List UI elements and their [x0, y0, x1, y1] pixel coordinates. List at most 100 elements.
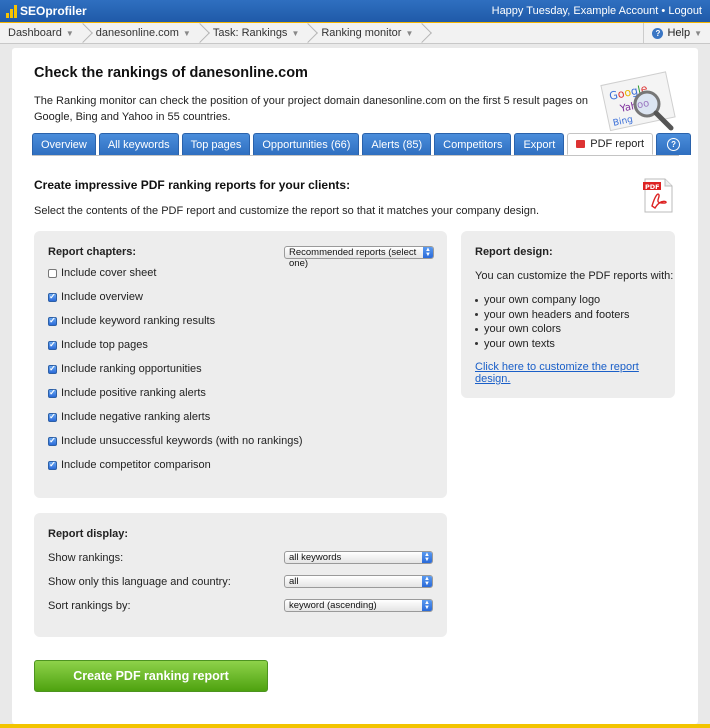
chapter-option[interactable]: Include negative ranking alerts	[48, 411, 210, 423]
checkbox-label: Include ranking opportunities	[61, 363, 202, 375]
tab-overview[interactable]: Overview	[32, 133, 96, 155]
tab-competitors[interactable]: Competitors	[434, 133, 512, 155]
checkbox[interactable]	[48, 436, 57, 446]
language-country-select[interactable]: all ▲ ▼	[284, 575, 433, 588]
main-panel: Check the rankings of danesonline.com Th…	[12, 48, 698, 724]
checkbox[interactable]	[48, 340, 57, 350]
tab-alerts[interactable]: Alerts (85)	[362, 133, 432, 155]
chapter-option[interactable]: Include cover sheet	[48, 267, 156, 279]
checkbox[interactable]	[48, 364, 57, 374]
tab-label: Opportunities (66)	[262, 138, 351, 151]
checkbox-label: Include negative ranking alerts	[61, 411, 211, 423]
checkbox-label: Include unsuccessful keywords (with no r…	[61, 435, 303, 447]
tab-label: Export	[523, 138, 556, 151]
checkbox-label: Include keyword ranking results	[61, 315, 216, 327]
select-value: all keywords	[289, 552, 342, 563]
select-arrows-icon: ▲ ▼	[422, 600, 432, 611]
breadcrumb-task[interactable]: Task: Rankings ▼	[211, 23, 306, 43]
select-arrows-icon: ▲ ▼	[422, 576, 432, 587]
top-bar: SEOprofiler Happy Tuesday, Example Accou…	[0, 0, 710, 23]
tab-bar: Overview All keywords Top pages Opportun…	[32, 133, 692, 155]
tab-label: Overview	[41, 138, 87, 151]
list-item: your own texts	[475, 337, 630, 352]
chevron-down-icon: ▼	[694, 28, 702, 38]
report-design-box: Report design: You can customize the PDF…	[461, 231, 675, 398]
logout-link[interactable]: Logout	[668, 5, 702, 17]
report-chapters-box: Report chapters: Recommended reports (se…	[34, 231, 447, 498]
tab-label: Alerts (85)	[371, 138, 423, 151]
breadcrumb-separator	[419, 23, 427, 43]
checkbox[interactable]	[48, 316, 57, 326]
seoprofiler-logo[interactable]: SEOprofiler	[6, 4, 87, 18]
search-magnifier-graphic: Google Yahoo Bing	[600, 71, 676, 132]
tab-label: PDF report	[590, 138, 645, 150]
breadcrumb-separator	[197, 23, 205, 43]
tab-label: Top pages	[190, 138, 242, 151]
select-arrows-icon: ▲ ▼	[422, 552, 432, 563]
create-pdf-report-button[interactable]: Create PDF ranking report	[34, 660, 268, 692]
breadcrumb-separator	[80, 23, 88, 43]
breadcrumb-label: Ranking monitor	[321, 27, 402, 39]
chapter-option[interactable]: Include positive ranking alerts	[48, 387, 206, 399]
breadcrumb: Dashboard ▼ danesonline.com ▼ Task: Rankin…	[0, 23, 710, 44]
greeting-text: Happy Tuesday, Example Account	[491, 5, 659, 17]
breadcrumb-label: Dashboard	[8, 27, 62, 39]
tab-export[interactable]: Export	[514, 133, 565, 155]
checkbox-label: Include overview	[61, 291, 143, 303]
breadcrumb-label: Task: Rankings	[212, 27, 288, 39]
report-design-title: Report design:	[475, 246, 553, 258]
checkbox[interactable]	[48, 388, 57, 398]
svg-text:PDF: PDF	[645, 183, 660, 191]
checkbox[interactable]	[48, 460, 57, 470]
tab-help[interactable]: ?	[656, 133, 692, 155]
breadcrumb-label: danesonline.com	[95, 27, 179, 39]
chapter-option[interactable]: Include ranking opportunities	[48, 363, 202, 375]
greeting: Happy Tuesday, Example Account • Logout	[492, 5, 702, 17]
customize-design-link[interactable]: Click here to customize the report desig…	[475, 361, 675, 385]
tab-opportunities[interactable]: Opportunities (66)	[253, 133, 360, 155]
show-rankings-select[interactable]: all keywords ▲ ▼	[284, 551, 433, 564]
chapter-option[interactable]: Include keyword ranking results	[48, 315, 215, 327]
checkbox[interactable]	[48, 292, 57, 302]
report-display-title: Report display:	[48, 528, 129, 540]
tab-top-pages[interactable]: Top pages	[181, 133, 251, 155]
select-value: keyword (ascending)	[289, 600, 377, 611]
sort-rankings-select[interactable]: keyword (ascending) ▲ ▼	[284, 599, 433, 612]
breadcrumb-ranking-monitor[interactable]: Ranking monitor ▼	[319, 23, 419, 43]
chapter-option[interactable]: Include unsuccessful keywords (with no r…	[48, 435, 303, 447]
section-subtext: Select the contents of the PDF report an…	[34, 205, 540, 217]
help-icon: ?	[667, 138, 681, 151]
breadcrumb-dashboard[interactable]: Dashboard ▼	[6, 23, 80, 43]
help-label: Help	[667, 27, 691, 39]
language-country-label: Show only this language and country:	[48, 576, 231, 588]
help-button[interactable]: ? Help ▼	[643, 23, 710, 43]
tab-all-keywords[interactable]: All keywords	[98, 133, 179, 155]
list-item: your own colors	[475, 322, 630, 337]
list-item: your own company logo	[475, 293, 630, 308]
chapter-option[interactable]: Include top pages	[48, 339, 148, 351]
tab-label: All keywords	[107, 138, 170, 151]
tab-pdf-report[interactable]: PDF report	[567, 133, 654, 155]
page-title: Check the rankings of danesonline.com	[34, 65, 308, 81]
chapter-option[interactable]: Include overview	[48, 291, 143, 303]
show-rankings-label: Show rankings:	[48, 552, 124, 564]
pdf-file-icon: PDF	[643, 178, 673, 213]
list-item: your own headers and footers	[475, 308, 630, 323]
sort-rankings-label: Sort rankings by:	[48, 600, 131, 612]
page-intro: The Ranking monitor can check the positi…	[34, 95, 588, 123]
checkbox[interactable]	[48, 268, 57, 278]
design-options-list: your own company logo your own headers a…	[475, 293, 630, 351]
recommended-reports-select[interactable]: Recommended reports (select one) ▲ ▼	[284, 246, 434, 269]
breadcrumb-domain[interactable]: danesonline.com ▼	[94, 23, 197, 43]
select-arrows-icon: ▲ ▼	[423, 247, 433, 258]
report-design-intro: You can customize the PDF reports with:	[475, 270, 674, 282]
select-value: Recommended reports (select one)	[289, 247, 417, 269]
greeting-separator: •	[661, 5, 666, 17]
chapter-option[interactable]: Include competitor comparison	[48, 459, 211, 471]
section-heading: Create impressive PDF ranking reports fo…	[34, 178, 351, 192]
checkbox-label: Include top pages	[61, 339, 148, 351]
checkbox[interactable]	[48, 412, 57, 422]
report-chapters-title: Report chapters:	[48, 246, 137, 258]
footer-accent-stripe	[0, 724, 710, 728]
tab-underline	[32, 155, 679, 156]
